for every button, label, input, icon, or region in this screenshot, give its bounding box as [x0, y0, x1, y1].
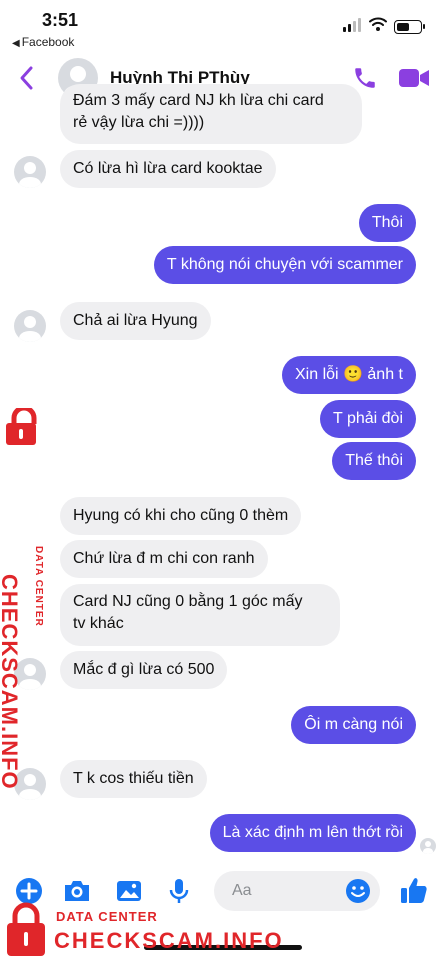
- back-to-app-link[interactable]: ◀ Facebook: [12, 35, 74, 49]
- message-text: Xin lỗi: [295, 366, 339, 383]
- emoji-icon[interactable]: [344, 877, 372, 905]
- battery-icon: [394, 20, 425, 34]
- message-text: Đám 3 mấy card NJ kh lừa chi card: [73, 92, 324, 109]
- message-outgoing[interactable]: T không nói chuyện với scammer: [153, 246, 416, 284]
- watermark-bottom: DATA CENTER CHECKSCAM.INFO: [0, 900, 300, 960]
- seen-receipt-avatar: [420, 838, 436, 854]
- message-incoming[interactable]: Mắc đ gì lừa có 500: [60, 651, 228, 689]
- sender-avatar: [14, 156, 46, 188]
- message-outgoing[interactable]: T phải đòi: [320, 400, 416, 438]
- message-outgoing[interactable]: Thôi: [358, 204, 416, 242]
- message-outgoing[interactable]: Thế thôi: [332, 442, 416, 480]
- back-app-label: Facebook: [21, 35, 75, 49]
- sender-avatar: [14, 310, 46, 342]
- back-chevron-icon[interactable]: [14, 62, 40, 94]
- smile-emoji-icon: 🙂: [343, 366, 363, 383]
- message-outgoing[interactable]: Xin lỗi 🙂 ảnh t: [282, 356, 416, 394]
- message-outgoing[interactable]: Là xác định m lên thớt rồi: [209, 814, 416, 852]
- message-text: ảnh t: [367, 366, 403, 383]
- message-input-placeholder: Aa: [232, 882, 252, 899]
- message-text: Card NJ cũng 0 bằng 1 góc mấy: [73, 593, 303, 610]
- message-incoming[interactable]: Có lừa hì lừa card kooktae: [60, 150, 276, 188]
- thumbs-up-icon[interactable]: [398, 874, 430, 906]
- phone-call-icon[interactable]: [352, 65, 378, 91]
- lock-icon: [6, 408, 37, 445]
- back-triangle-icon: ◀: [12, 38, 20, 49]
- message-incoming[interactable]: Chứ lừa đ m chi con ranh: [60, 540, 268, 578]
- message-incoming[interactable]: Đám 3 mấy card NJ kh lừa chi card rẻ vậy…: [60, 84, 362, 144]
- status-time: 3:51: [42, 10, 79, 30]
- video-call-icon[interactable]: [398, 67, 430, 89]
- watermark-title: CHECKSCAM.INFO: [0, 574, 22, 790]
- watermark-subtitle: DATA CENTER: [33, 546, 44, 627]
- lock-icon: [7, 902, 45, 956]
- watermark-subtitle: DATA CENTER: [56, 909, 158, 924]
- watermark-title: CHECKSCAM.INFO: [54, 928, 284, 953]
- message-text: rẻ vậy lừa chi =)))): [73, 114, 205, 131]
- message-incoming[interactable]: Card NJ cũng 0 bằng 1 góc mấy tv khác: [60, 584, 340, 646]
- message-incoming[interactable]: T k cos thiếu tiền: [60, 760, 207, 798]
- status-bar: 3:51 ◀ Facebook: [0, 0, 444, 52]
- message-text: tv khác: [73, 615, 124, 632]
- cellular-signal-icon: [343, 18, 363, 32]
- message-incoming[interactable]: Chả ai lừa Hyung: [60, 302, 211, 340]
- message-incoming[interactable]: Hyung có khi cho cũng 0 thèm: [60, 497, 302, 535]
- wifi-icon: [369, 17, 387, 31]
- watermark-side: CHECKSCAM.INFO DATA CENTER: [0, 408, 60, 790]
- message-outgoing[interactable]: Ôi m càng nói: [291, 706, 416, 744]
